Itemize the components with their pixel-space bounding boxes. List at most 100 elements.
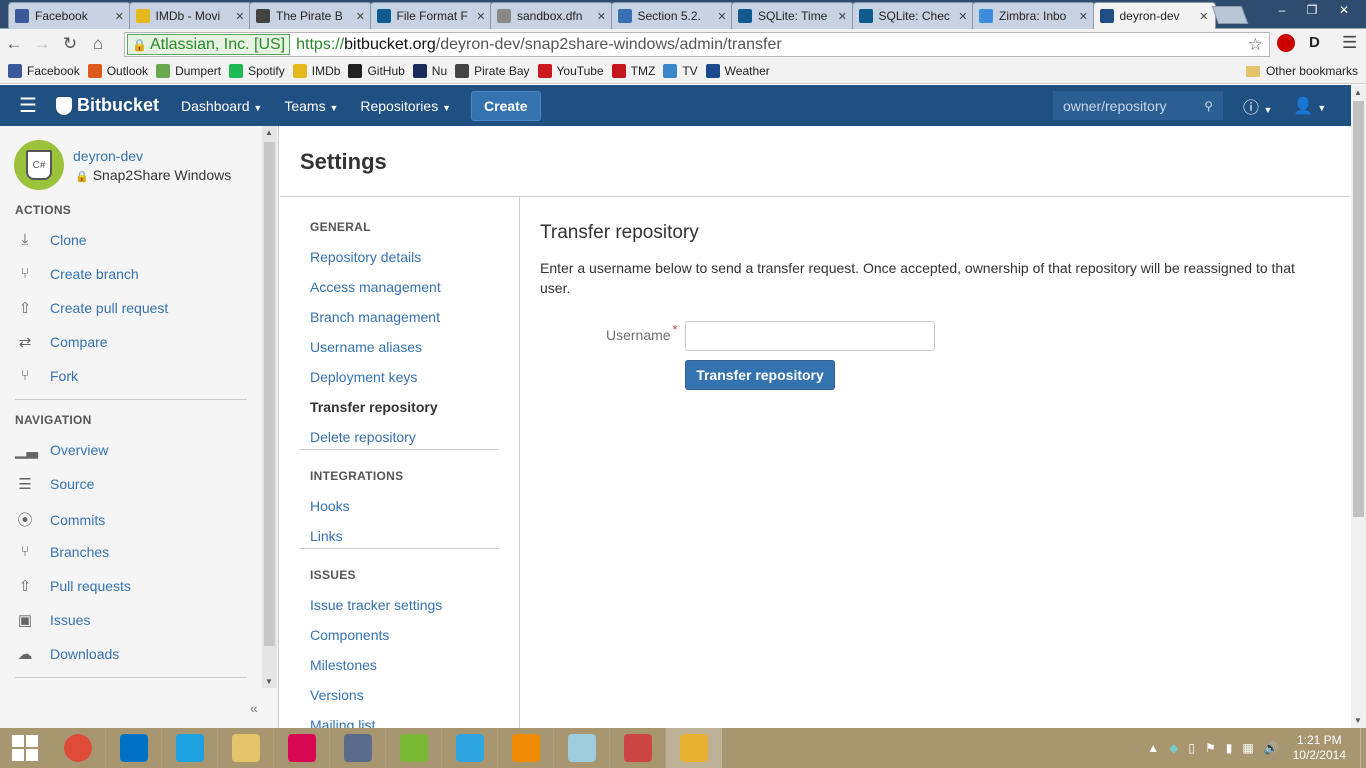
- settings-nav-branch-management[interactable]: Branch management: [310, 309, 440, 325]
- sidebar-item-downloads[interactable]: ☁ Downloads: [15, 645, 120, 663]
- sidebar-item-overview[interactable]: ▁▃ Overview: [15, 441, 108, 459]
- other-bookmarks[interactable]: Other bookmarks: [1245, 64, 1358, 78]
- browser-tab[interactable]: File Format F ✕: [369, 2, 493, 29]
- address-bar[interactable]: 🔒 Atlassian, Inc. [US] https://bitbucket…: [124, 32, 1270, 57]
- hamburger-menu-icon[interactable]: ☰: [0, 93, 56, 118]
- bookmark-item[interactable]: Spotify: [229, 64, 285, 78]
- taskbar-app[interactable]: [162, 728, 218, 768]
- settings-nav-username-aliases[interactable]: Username aliases: [310, 339, 422, 355]
- taskbar-app[interactable]: [106, 728, 162, 768]
- collapse-sidebar-icon[interactable]: «: [250, 700, 258, 716]
- close-tab-icon[interactable]: ✕: [356, 10, 365, 23]
- forward-arrow-icon[interactable]: →: [28, 34, 56, 54]
- close-tab-icon[interactable]: ✕: [1199, 10, 1208, 23]
- back-arrow-icon[interactable]: ←: [0, 34, 28, 54]
- browser-tab[interactable]: The Pirate B ✕: [249, 2, 372, 29]
- new-tab-button[interactable]: [1211, 6, 1249, 24]
- start-button[interactable]: [0, 728, 50, 768]
- browser-tab[interactable]: Zimbra: Inbo ✕: [972, 2, 1095, 29]
- page-scroll-thumb[interactable]: [1353, 101, 1364, 517]
- scroll-up-arrow-icon[interactable]: ▲: [265, 128, 273, 137]
- sidebar-item-pull-requests[interactable]: ⇧ Pull requests: [15, 577, 131, 595]
- settings-nav-links[interactable]: Links: [310, 528, 343, 544]
- taskbar-app[interactable]: [218, 728, 274, 768]
- close-tab-icon[interactable]: ✕: [717, 10, 726, 23]
- taskbar-app[interactable]: [274, 728, 330, 768]
- nav-repositories[interactable]: Repositories ▼: [360, 98, 451, 114]
- taskbar-app[interactable]: [610, 728, 666, 768]
- browser-tab[interactable]: IMDb - Movi ✕: [128, 2, 252, 29]
- browser-tab[interactable]: Facebook ✕: [8, 2, 131, 29]
- help-menu[interactable]: ⓘ ▼: [1243, 94, 1272, 118]
- taskbar-app[interactable]: [330, 728, 386, 768]
- bookmark-item[interactable]: GitHub: [348, 64, 405, 78]
- close-tab-icon[interactable]: ✕: [838, 10, 847, 23]
- sidebar-item-create-pull-request[interactable]: ⇧ Create pull request: [15, 299, 169, 317]
- transfer-repository-button[interactable]: Transfer repository: [685, 360, 835, 390]
- browser-tab[interactable]: deyron-dev ✕: [1092, 2, 1216, 29]
- show-desktop-button[interactable]: [1360, 728, 1366, 768]
- sidebar-scroll-thumb[interactable]: [264, 142, 275, 646]
- nav-dashboard[interactable]: Dashboard ▼: [181, 98, 262, 114]
- sidebar-item-branches[interactable]: ⑂ Branches: [15, 543, 109, 560]
- bitbucket-logo[interactable]: Bitbucket: [56, 95, 159, 116]
- battery-icon[interactable]: ▮: [1226, 741, 1233, 755]
- restore-window-icon[interactable]: ❐: [1300, 3, 1324, 17]
- browser-tab[interactable]: SQLite: Chec ✕: [851, 2, 975, 29]
- settings-nav-milestones[interactable]: Milestones: [310, 657, 377, 673]
- sidebar-item-issues[interactable]: ▣ Issues: [15, 611, 91, 629]
- bookmark-item[interactable]: Dumpert: [156, 64, 221, 78]
- action-center-flag-icon[interactable]: ⚑: [1205, 741, 1216, 755]
- bookmark-item[interactable]: YouTube: [537, 64, 604, 78]
- taskbar-app[interactable]: [386, 728, 442, 768]
- sidebar-item-clone[interactable]: ⤓ Clone: [15, 231, 87, 248]
- bookmark-item[interactable]: Outlook: [87, 64, 148, 78]
- nav-teams[interactable]: Teams ▼: [284, 98, 338, 114]
- settings-nav-access-management[interactable]: Access management: [310, 279, 441, 295]
- bookmark-item[interactable]: IMDb: [292, 64, 340, 78]
- taskbar-app[interactable]: [554, 728, 610, 768]
- close-tab-icon[interactable]: ✕: [597, 10, 606, 23]
- settings-nav-versions[interactable]: Versions: [310, 687, 364, 703]
- usb-icon[interactable]: ▯: [1188, 741, 1195, 755]
- bookmark-item[interactable]: Weather: [705, 64, 770, 78]
- settings-nav-deployment-keys[interactable]: Deployment keys: [310, 369, 417, 385]
- repo-avatar[interactable]: C#: [14, 140, 64, 190]
- settings-nav-components[interactable]: Components: [310, 627, 389, 643]
- close-tab-icon[interactable]: ✕: [1079, 10, 1088, 23]
- create-button[interactable]: Create: [471, 90, 541, 121]
- settings-nav-repository-details[interactable]: Repository details: [310, 249, 421, 265]
- home-icon[interactable]: ⌂: [84, 34, 112, 54]
- browser-tab[interactable]: sandbox.dfn ✕: [490, 2, 613, 29]
- sidebar-item-create-branch[interactable]: ⑂ Create branch: [15, 265, 138, 282]
- close-tab-icon[interactable]: ✕: [115, 10, 124, 23]
- sidebar-scrollbar[interactable]: ▲ ▼: [262, 126, 277, 688]
- extension-d2-icon[interactable]: D: [1309, 34, 1320, 51]
- page-scrollbar[interactable]: ▲ ▼: [1351, 85, 1366, 728]
- sidebar-item-commits[interactable]: ⦿ Commits: [15, 509, 105, 530]
- bookmark-item[interactable]: Nu: [412, 64, 447, 78]
- settings-nav-issue-tracker-settings[interactable]: Issue tracker settings: [310, 597, 442, 613]
- volume-icon[interactable]: 🔊: [1264, 741, 1279, 755]
- sidebar-item-source[interactable]: ☰ Source: [15, 475, 94, 493]
- taskbar-app[interactable]: [498, 728, 554, 768]
- close-tab-icon[interactable]: ✕: [476, 10, 485, 23]
- bookmark-item[interactable]: TV: [663, 64, 698, 78]
- show-hidden-icons-icon[interactable]: ▲: [1147, 741, 1159, 755]
- scroll-down-arrow-icon[interactable]: ▼: [265, 677, 273, 686]
- repo-name[interactable]: 🔒 Snap2Share Windows: [75, 167, 231, 183]
- settings-nav-transfer-repository[interactable]: Transfer repository: [310, 399, 438, 415]
- scroll-down-arrow-icon[interactable]: ▼: [1354, 716, 1362, 725]
- taskbar-app[interactable]: [50, 728, 106, 768]
- taskbar-app[interactable]: [666, 728, 722, 768]
- close-window-icon[interactable]: ✕: [1332, 3, 1356, 17]
- settings-nav-hooks[interactable]: Hooks: [310, 498, 350, 514]
- ev-certificate-badge[interactable]: 🔒 Atlassian, Inc. [US]: [127, 34, 291, 55]
- chrome-menu-icon[interactable]: ☰: [1342, 33, 1357, 53]
- settings-nav-delete-repository[interactable]: Delete repository: [310, 429, 416, 445]
- close-tab-icon[interactable]: ✕: [235, 10, 244, 23]
- dropbox-icon[interactable]: ◆: [1169, 741, 1178, 755]
- bookmark-item[interactable]: Facebook: [8, 64, 80, 78]
- extension-icon[interactable]: [1277, 34, 1295, 52]
- username-input[interactable]: [685, 321, 935, 351]
